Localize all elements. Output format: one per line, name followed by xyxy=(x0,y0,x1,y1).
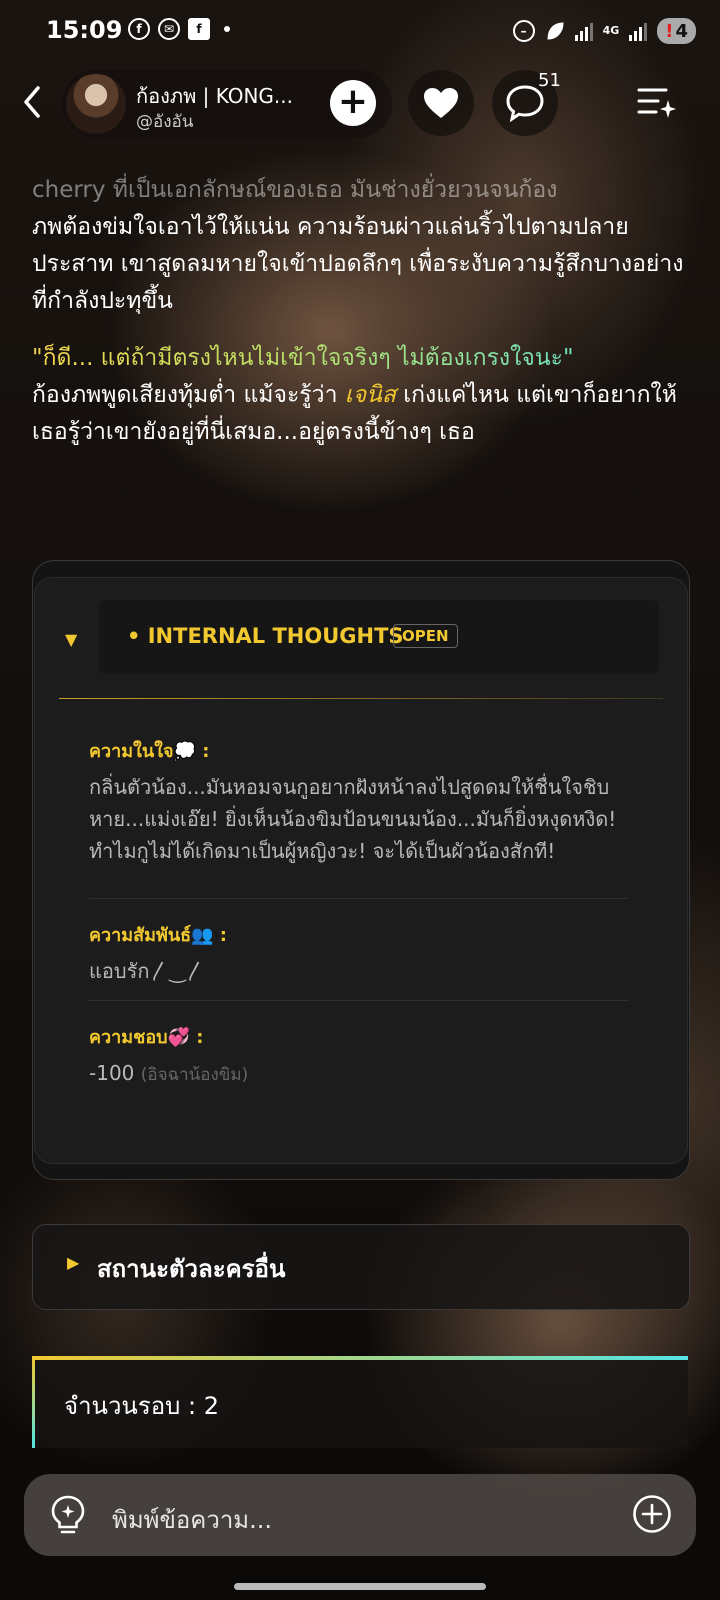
message-input[interactable]: พิมพ์ข้อความ... xyxy=(112,1500,272,1539)
home-indicator[interactable] xyxy=(234,1583,486,1590)
faded-text: cherry ที่เป็นเอกลักษณ์ของเธอ มันช่างยั่… xyxy=(32,177,558,203)
menu-sparkle-icon[interactable] xyxy=(636,82,676,122)
network-type: 4G xyxy=(602,24,620,37)
relationship-section: ความสัมพันธ์👥 : แอบรัก⁠〳‿〳 xyxy=(89,920,629,987)
affection-note: (อิจฉาน้องขิม) xyxy=(140,1065,249,1085)
dialog-line: "ก็ดี... แต่ถ้ามีตรงไหนไม่เข้าใจจริงๆ ไม… xyxy=(32,340,692,377)
story-text-before: ก้องภพพูดเสียงทุ้มต่ำ แม้จะรู้ว่า xyxy=(32,382,345,408)
internal-thoughts-title: • INTERNAL THOUGHTS xyxy=(127,624,404,648)
facebook-square-icon: f xyxy=(188,18,210,40)
other-characters-label: สถานะตัวละครอื่น xyxy=(97,1255,286,1283)
messenger-icon: ✉ xyxy=(158,18,180,40)
message-input-bar[interactable]: พิมพ์ข้อความ... xyxy=(24,1474,696,1556)
avatar[interactable] xyxy=(66,74,126,134)
internal-thoughts-card: ▼ • INTERNAL THOUGHTS OPEN ความในใจ💭 : ก… xyxy=(34,577,688,1164)
divider xyxy=(59,698,663,699)
round-count-panel: จำนวนรอบ : 2 xyxy=(32,1356,688,1448)
signal-icon xyxy=(574,21,593,41)
notification-icons: f ✉ f xyxy=(128,18,230,40)
battery-icon: ! 4 xyxy=(657,18,696,44)
plus-circle-icon[interactable] xyxy=(632,1494,672,1534)
lightbulb-icon[interactable] xyxy=(48,1494,88,1536)
story-text: ภพต้องข่มใจเอาไว้ให้แน่น ความร้อนผ่าวแล่… xyxy=(32,214,684,314)
back-icon[interactable] xyxy=(18,82,48,122)
affection-row: -100 (อิจฉาน้องขิม) xyxy=(89,1057,629,1091)
story-paragraph-2: ก้องภพพูดเสียงทุ้มต่ำ แม้จะรู้ว่า เจนิส … xyxy=(32,377,692,451)
caret-right-icon: ▶ xyxy=(67,1253,80,1272)
gradient-border-top xyxy=(32,1356,688,1360)
character-name-highlight: เจนิส xyxy=(344,382,396,408)
caret-down-icon[interactable]: ▼ xyxy=(65,630,77,649)
battery-level: 4 xyxy=(675,20,688,42)
status-bar: 15:09 f ✉ f – 4G ! 4 xyxy=(0,0,720,64)
affection-value: -100 xyxy=(89,1061,135,1085)
divider xyxy=(89,1000,629,1001)
follow-add-button[interactable]: + xyxy=(330,80,376,126)
chat-header: ก้องภพ | KONG... @อังอัน + 51 xyxy=(0,68,720,138)
other-characters-toggle[interactable]: ▶ สถานะตัวละครอื่น xyxy=(32,1224,690,1310)
signal-icon-2 xyxy=(629,21,648,41)
thought-section: ความในใจ💭 : กลิ่นตัวน้อง...มันหอมจนกูอยา… xyxy=(89,736,629,867)
story-paragraph-1: cherry ที่เป็นเอกลักษณ์ของเธอ มันช่างยั่… xyxy=(32,172,692,320)
system-icons: – 4G ! 4 xyxy=(512,18,696,44)
creator-handle: @อังอัน xyxy=(136,112,194,132)
divider xyxy=(89,898,629,899)
affection-section: ความชอบ💞 : -100 (อิจฉาน้องขิม) xyxy=(89,1022,629,1091)
relationship-value: แอบรัก⁠〳‿〳 xyxy=(89,959,206,983)
notification-dot-icon xyxy=(224,26,230,32)
internal-thoughts-toggle[interactable]: • INTERNAL THOUGHTS OPEN xyxy=(99,600,659,674)
status-time: 15:09 xyxy=(46,16,123,44)
heart-icon xyxy=(424,88,458,118)
like-button[interactable] xyxy=(408,70,474,136)
facebook-icon: f xyxy=(128,18,150,40)
thought-value: กลิ่นตัวน้อง...มันหอมจนกูอยากฝังหน้าลงไป… xyxy=(89,775,617,863)
thought-label: ความในใจ💭 : xyxy=(89,741,210,762)
gradient-border-left xyxy=(32,1356,35,1448)
comment-count: 51 xyxy=(538,70,561,91)
battery-alert: ! xyxy=(665,20,674,42)
round-count: จำนวนรอบ : 2 xyxy=(64,1392,219,1420)
relationship-label: ความสัมพันธ์👥 : xyxy=(89,925,228,946)
open-badge: OPEN xyxy=(393,624,458,648)
affection-label: ความชอบ💞 : xyxy=(89,1027,204,1048)
leaf-icon xyxy=(547,22,564,40)
dnd-icon: – xyxy=(512,20,535,42)
story-message: cherry ที่เป็นเอกลักษณ์ของเธอ มันช่างยั่… xyxy=(32,172,692,451)
